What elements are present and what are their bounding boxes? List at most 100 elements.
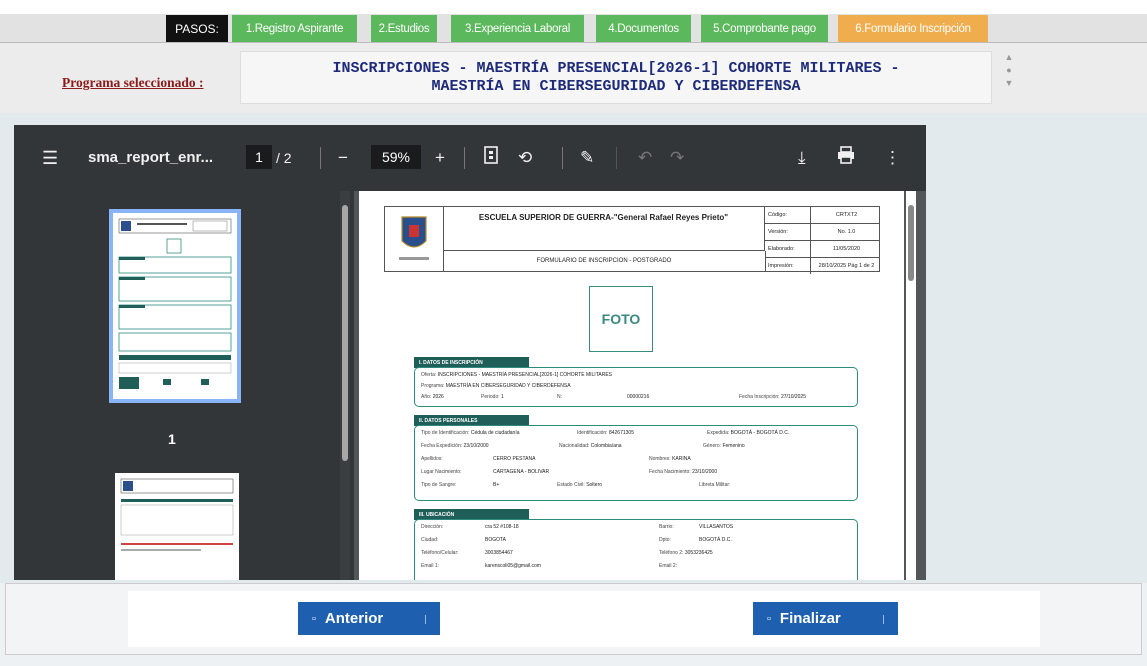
page-area: ESCUELA SUPERIOR DE GUERRA-"General Rafa… — [354, 191, 926, 580]
scroll-up-icon[interactable]: ▲ — [1004, 51, 1014, 64]
field-label: Lugar Nacimiento: — [421, 469, 462, 475]
pdf-toolbar: ☰ sma_report_enr... 1 / 2 − 59% + ⟲ ✎ ↶ … — [14, 125, 926, 191]
field-ciudad: BOGOTA — [485, 537, 507, 543]
finalizar-button[interactable]: ▫ Finalizar — [753, 602, 898, 635]
thumbnail-scrollbar[interactable] — [340, 191, 350, 580]
step-estudios[interactable]: 2.Estudios — [371, 15, 437, 42]
field-label: Nombres: — [649, 456, 671, 462]
field-label: Teléfono/Celular: — [421, 550, 459, 556]
document-header: ESCUELA SUPERIOR DE GUERRA-"General Rafa… — [384, 206, 880, 274]
zoom-out-icon[interactable]: − — [338, 147, 348, 169]
zoom-in-icon[interactable]: + — [435, 147, 445, 169]
step-comprobante-pago[interactable]: 5.Comprobante pago — [701, 15, 828, 42]
steps-bar: PASOS: 1.Registro Aspirante 2.Estudios 3… — [0, 14, 1147, 43]
field-label: Dirección: — [421, 524, 444, 530]
step-documentos[interactable]: 4.Documentos — [596, 15, 691, 42]
scroll-down-icon[interactable]: ▼ — [1004, 77, 1014, 90]
meta-value: 11/05/2020 — [832, 246, 861, 252]
meta-key: Versión: — [765, 224, 811, 240]
field-label: Oferta: — [421, 372, 437, 378]
field-tipo-id: Cédula de ciudadanía — [470, 430, 520, 436]
program-scroll[interactable]: ▲ ● ▼ — [1000, 51, 1018, 104]
form-title: FORMULARIO DE INSCRIPCION - POSTGRADO — [443, 251, 766, 271]
field-fecha-nacimiento: 23/10/2000 — [692, 469, 718, 475]
toolbar-divider — [320, 147, 321, 169]
field-tipo-sangre: B+ — [493, 482, 500, 488]
content-area: ☰ sma_report_enr... 1 / 2 − 59% + ⟲ ✎ ↶ … — [0, 113, 1147, 583]
field-label: Ciudad: — [421, 537, 439, 543]
field-barrio: VILLASANTOS — [699, 524, 734, 530]
field-label: Libreta Militar: — [699, 482, 731, 488]
more-options-icon[interactable]: ⋮ — [884, 147, 901, 169]
meta-key: Código: — [765, 207, 811, 223]
thumbnail-page-2[interactable] — [115, 473, 239, 580]
meta-value: 28/10/2025 Pág 1 de 2 — [818, 263, 875, 269]
field-label: Dpto: — [659, 537, 671, 543]
field-periodo: 1 — [501, 394, 504, 400]
program-line-1: INSCRIPCIONES - MAESTRÍA PRESENCIAL[2026… — [332, 59, 900, 77]
field-email: karenscoli05@gmail.com — [485, 563, 541, 569]
field-label: Fecha Expedición: — [421, 443, 463, 449]
field-telefono-2: 3053236425 — [684, 550, 713, 556]
field-nombres: KARINA — [672, 456, 691, 462]
field-label: N: — [557, 394, 562, 400]
field-label: Tipo de Sangre: — [421, 482, 457, 488]
page-total: / 2 — [276, 150, 292, 166]
step-registro-aspirante[interactable]: 1.Registro Aspirante — [232, 15, 357, 42]
field-label: Email 1: — [421, 563, 440, 569]
step-formulario-inscripcion[interactable]: 6.Formulario Inscripción — [838, 15, 988, 42]
pdf-viewer: ☰ sma_report_enr... 1 / 2 − 59% + ⟲ ✎ ↶ … — [14, 125, 926, 580]
thumbnail-page-number: 1 — [168, 431, 176, 447]
meta-key: Impresión: — [765, 258, 811, 274]
download-icon[interactable]: ⤓ — [798, 147, 806, 169]
document-meta: Código: CRTXT2 Versión: No. 1.0 Elaborado:… — [765, 207, 879, 274]
institution-logo — [385, 207, 444, 271]
section-ubicacion — [414, 519, 858, 580]
rotate-icon[interactable]: ⟲ — [518, 147, 532, 169]
field-nacionalidad: Colombia/ana — [590, 443, 622, 449]
meta-key: Elaborado: — [765, 241, 811, 257]
toolbar-divider — [616, 147, 617, 169]
field-label: Año: — [421, 394, 432, 400]
field-label: Fecha Nacimiento: — [649, 469, 691, 475]
field-label: Expedida: — [707, 430, 730, 436]
page-scroll-thumb[interactable] — [908, 205, 914, 281]
button-divider — [425, 615, 426, 624]
steps-label: PASOS: — [166, 15, 228, 42]
step-experiencia-laboral[interactable]: 3.Experiencia Laboral — [451, 15, 584, 42]
scroll-thumb-icon[interactable]: ● — [1004, 64, 1014, 77]
thumbnail-page-1[interactable] — [109, 209, 241, 403]
undo-icon[interactable]: ↶ — [638, 147, 652, 169]
institution-name: ESCUELA SUPERIOR DE GUERRA-"General Rafa… — [443, 207, 765, 251]
page-number-input[interactable]: 1 — [246, 145, 272, 169]
field-identificacion: 842671305 — [608, 430, 634, 436]
field-n: 00000216 — [627, 394, 650, 400]
pdf-page: ESCUELA SUPERIOR DE GUERRA-"General Rafa… — [359, 191, 904, 580]
button-divider — [883, 615, 884, 624]
toolbar-divider — [464, 147, 465, 169]
field-genero: Femenino — [722, 443, 745, 449]
field-label: Apellidos: — [421, 456, 443, 462]
field-fecha-inscripcion: 27/10/2025 — [780, 394, 806, 400]
thumbnail-scroll-thumb[interactable] — [342, 205, 348, 461]
field-dpto: BOGOTÁ D.C. — [699, 537, 732, 543]
redo-icon[interactable]: ↷ — [670, 147, 684, 169]
document-name: sma_report_enr... — [88, 149, 214, 166]
field-label: Barrio: — [659, 524, 674, 530]
page-scrollbar[interactable] — [906, 191, 916, 580]
field-apellidos: CERRO PESTANA — [493, 456, 536, 462]
print-icon[interactable] — [836, 145, 856, 171]
meta-value: CRTXT2 — [835, 212, 858, 218]
document-icon: ▫ — [312, 612, 316, 625]
annotate-icon[interactable]: ✎ — [580, 147, 594, 169]
field-fecha-expedicion: 23/10/2000 — [463, 443, 489, 449]
zoom-input[interactable]: 59% — [371, 145, 421, 169]
field-label: Periodo: — [481, 394, 500, 400]
anterior-button[interactable]: ▫ Anterior — [298, 602, 440, 635]
field-label: Fecha Inscripción: — [739, 394, 780, 400]
fit-page-icon[interactable] — [484, 146, 498, 170]
field-expedida: BOGOTÁ - BOGOTÁ D.C. — [730, 430, 790, 436]
photo-placeholder: FOTO — [589, 286, 653, 352]
finalizar-label: Finalizar — [779, 610, 841, 627]
menu-icon[interactable]: ☰ — [42, 147, 58, 169]
